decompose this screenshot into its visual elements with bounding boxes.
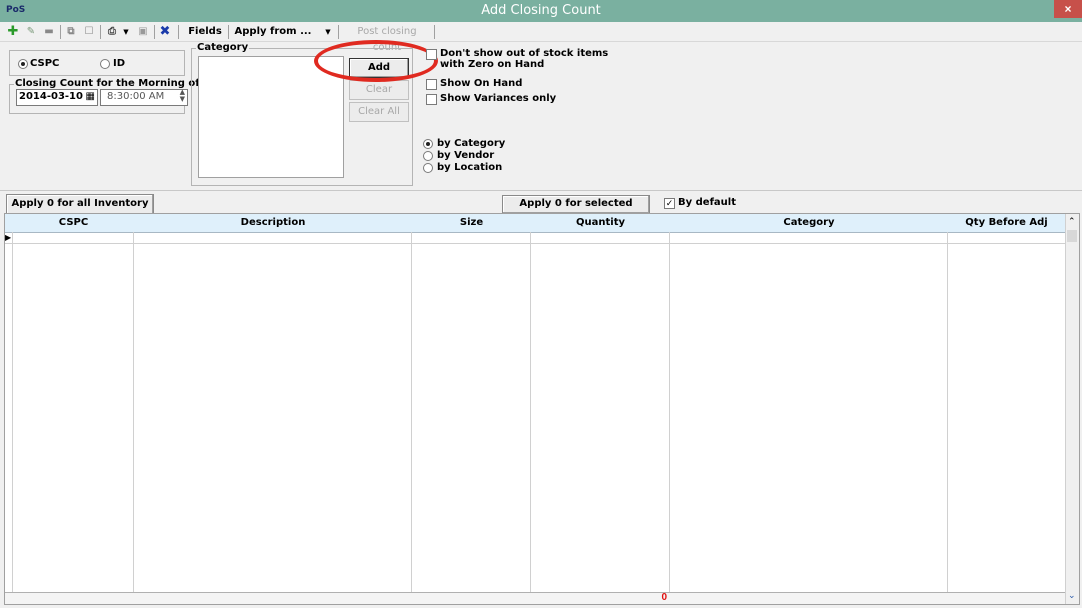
column-divider bbox=[669, 232, 670, 604]
row-header-column bbox=[5, 232, 13, 592]
dont-show-label-line2: with Zero on Hand bbox=[440, 59, 545, 70]
column-divider bbox=[530, 232, 531, 604]
apply-zero-all-inventory-button[interactable]: Apply 0 for all Inventory bbox=[6, 194, 154, 215]
show-on-hand-checkbox[interactable] bbox=[426, 79, 437, 90]
column-divider bbox=[947, 232, 948, 604]
closing-time-value: 8:30:00 AM bbox=[107, 91, 165, 102]
cspc-radio-label: CSPC bbox=[30, 58, 60, 69]
vertical-scrollbar[interactable] bbox=[1065, 214, 1079, 604]
by-category-radio[interactable] bbox=[423, 139, 433, 149]
category-group-label: Category bbox=[196, 42, 250, 53]
export-icon[interactable]: ▣ bbox=[136, 24, 150, 40]
column-divider bbox=[411, 232, 412, 604]
toolbar-separator bbox=[178, 25, 179, 39]
column-header-quantity[interactable]: Quantity bbox=[531, 214, 671, 233]
cspc-radio[interactable] bbox=[18, 59, 28, 69]
toolbar-separator bbox=[100, 25, 101, 39]
column-header-category[interactable]: Category bbox=[670, 214, 949, 233]
calendar-icon[interactable]: ▦ bbox=[86, 90, 95, 103]
by-default-label: By default bbox=[678, 197, 736, 208]
check-mark-icon: ✓ bbox=[665, 198, 674, 208]
category-list[interactable] bbox=[198, 56, 344, 178]
id-radio[interactable] bbox=[100, 59, 110, 69]
time-spinner-icon[interactable]: ▲ ▼ bbox=[180, 89, 185, 103]
print-dropdown-icon[interactable]: ▼ bbox=[121, 24, 131, 40]
toolbar-separator bbox=[338, 25, 339, 39]
show-on-hand-label: Show On Hand bbox=[440, 78, 523, 89]
scrollbar-thumb[interactable] bbox=[1067, 230, 1077, 242]
by-vendor-radio[interactable] bbox=[423, 151, 433, 161]
scroll-down-icon[interactable]: ⌄ bbox=[1068, 590, 1076, 601]
remove-icon[interactable]: ▬ bbox=[42, 24, 56, 40]
closing-date-value: 2014-03-10 bbox=[19, 91, 83, 102]
id-radio-label: ID bbox=[113, 58, 126, 69]
apply-from-button[interactable]: Apply from ... bbox=[232, 24, 314, 40]
by-vendor-label: by Vendor bbox=[437, 150, 495, 161]
closing-count-label: Closing Count for the Morning of : bbox=[14, 78, 209, 89]
clear-all-categories-button[interactable]: Clear All bbox=[349, 102, 409, 122]
quantity-total: 0 bbox=[661, 592, 667, 603]
post-closing-count-button[interactable]: Post closing count bbox=[342, 24, 432, 53]
annotation-ellipse bbox=[314, 40, 438, 82]
column-divider bbox=[133, 232, 134, 604]
print-icon[interactable]: ⎙ bbox=[104, 24, 120, 40]
window-title: Add Closing Count bbox=[481, 3, 601, 18]
toolbar: ✚ ✎ ▬ ⧉ ☐ ⎙ ▼ ▣ ✖ Fields Apply from ... … bbox=[0, 22, 1082, 53]
table-row[interactable] bbox=[5, 233, 1065, 244]
by-default-checkbox[interactable]: ✓ bbox=[664, 198, 675, 209]
find-icon[interactable]: ⧉ bbox=[64, 24, 78, 40]
show-variances-label: Show Variances only bbox=[440, 93, 557, 104]
toolbar-separator bbox=[228, 25, 229, 39]
clear-category-button[interactable]: Clear bbox=[349, 80, 409, 100]
window-icon[interactable]: ☐ bbox=[82, 24, 96, 40]
toolbar-separator bbox=[60, 25, 61, 39]
close-button[interactable]: × bbox=[1054, 0, 1082, 18]
delete-icon[interactable]: ✖ bbox=[158, 24, 172, 40]
scroll-up-icon[interactable]: ⌃ bbox=[1068, 216, 1076, 227]
column-header-size[interactable]: Size bbox=[412, 214, 532, 233]
column-header-description[interactable]: Description bbox=[134, 214, 413, 233]
fields-button[interactable]: Fields bbox=[184, 24, 226, 40]
show-variances-checkbox[interactable] bbox=[426, 94, 437, 105]
apply-zero-selected-categories-button[interactable]: Apply 0 for selected categories bbox=[502, 195, 650, 225]
by-category-label: by Category bbox=[437, 138, 506, 149]
by-location-radio[interactable] bbox=[423, 163, 433, 173]
panel-divider bbox=[0, 190, 1082, 191]
apply-from-dropdown-icon[interactable]: ▼ bbox=[322, 24, 334, 40]
column-header-cspc[interactable]: CSPC bbox=[13, 214, 135, 233]
add-icon[interactable]: ✚ bbox=[6, 24, 20, 40]
toolbar-separator bbox=[434, 25, 435, 39]
toolbar-separator bbox=[154, 25, 155, 39]
dont-show-out-of-stock-checkbox[interactable] bbox=[426, 49, 437, 60]
inventory-grid[interactable]: CSPC Description Size Quantity Category … bbox=[4, 213, 1080, 605]
dont-show-label-line1: Don't show out of stock items bbox=[440, 48, 609, 59]
closing-time-field[interactable]: 8:30:00 AM ▲ ▼ bbox=[100, 89, 188, 106]
edit-icon[interactable]: ✎ bbox=[24, 24, 38, 40]
closing-date-field[interactable]: 2014-03-10 ▦ bbox=[16, 89, 98, 106]
column-header-qty-before-adj[interactable]: Qty Before Adj bbox=[948, 214, 1066, 233]
by-location-label: by Location bbox=[437, 162, 503, 173]
